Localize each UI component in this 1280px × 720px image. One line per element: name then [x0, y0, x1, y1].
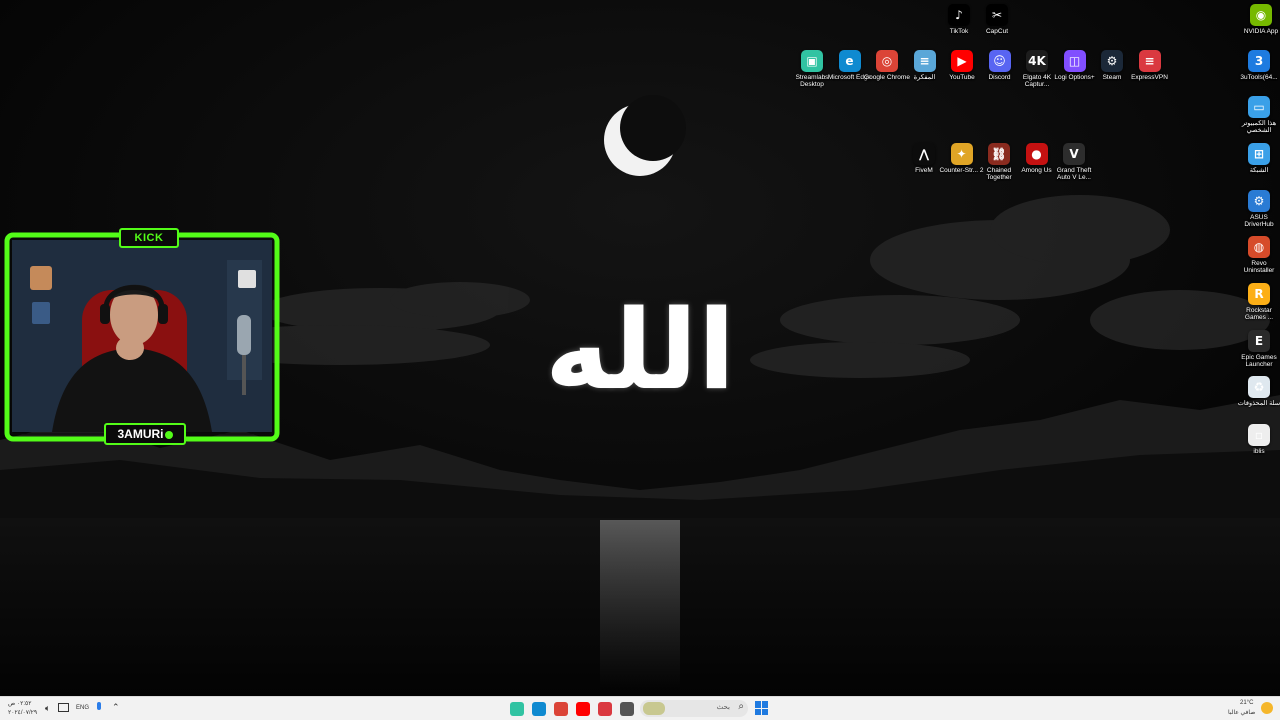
streamlabs-icon: ▣: [801, 50, 823, 72]
wallpaper-calligraphy: الله: [544, 286, 736, 414]
taskbar-app-youtube[interactable]: [576, 702, 590, 716]
search-icon: ⌕: [738, 701, 744, 712]
desktop-shortcut-label: Epic Games Launcher: [1241, 354, 1277, 368]
weather-temp[interactable]: 21°C: [1240, 700, 1253, 706]
logi-icon: ◫: [1063, 50, 1086, 72]
chrome-icon: ◎: [876, 50, 898, 72]
youtube-icon: ▶: [951, 50, 973, 72]
chevron-up-icon[interactable]: ⌃: [112, 702, 120, 713]
rockstar-icon: R: [1248, 283, 1270, 305]
desktop-shortcut[interactable]: E Epic Games Launcher: [1238, 330, 1280, 368]
asus-driverhub-icon: ⚙: [1248, 190, 1270, 212]
desktop-shortcut[interactable]: ▫ iblis: [1238, 424, 1280, 455]
edge-icon: e: [838, 50, 861, 72]
microphone-icon[interactable]: [97, 702, 101, 710]
desktop-shortcut-label: ExpressVPN: [1131, 74, 1168, 81]
desktop-shortcut-label: Revo Uninstaller: [1243, 260, 1275, 274]
desktop-shortcut[interactable]: ♻ سلة المحذوفات: [1238, 376, 1280, 407]
desktop-shortcut[interactable]: ⊞ الشبكة: [1238, 143, 1280, 174]
search-banner-icon: [643, 702, 665, 715]
taskbar-search[interactable]: بحث ⌕: [640, 700, 748, 717]
desktop-shortcut[interactable]: ◍ Revo Uninstaller: [1238, 236, 1280, 274]
weather-icon[interactable]: [1261, 702, 1273, 714]
desktop-shortcut-label: سلة المحذوفات: [1237, 400, 1280, 407]
desktop-shortcut-label: Grand Theft Auto V Le...: [1056, 167, 1092, 181]
search-placeholder: بحث: [716, 704, 730, 711]
taskbar: ٠٢:٥٢ ص ٢٠٢٤/٠٧/٢٩ 🔈︎ ENG ⌃ بحث ⌕ 21°C ص…: [0, 696, 1280, 720]
notepad-icon: ≡: [913, 50, 936, 72]
desktop-shortcut-label: CapCut: [985, 28, 1009, 35]
taskbar-clock-time[interactable]: ٠٢:٥٢ ص: [8, 700, 31, 707]
network-status-icon[interactable]: [58, 703, 69, 712]
desktop-shortcut[interactable]: ✂ CapCut: [976, 4, 1018, 35]
desktop-shortcut[interactable]: 4K Elgato 4K Captur...: [1016, 50, 1058, 88]
webcam-overlay: KICK 3AMURi: [4, 228, 280, 445]
desktop-shortcut-label: هذا الكمبيوتر الشخصي: [1241, 120, 1277, 134]
language-indicator[interactable]: ENG: [76, 705, 89, 711]
elgato-icon: 4K: [1026, 50, 1048, 72]
desktop-shortcut[interactable]: ⛓ Chained Together: [978, 143, 1020, 181]
epic-games-icon: E: [1248, 330, 1270, 352]
streamer-name-badge: 3AMURi: [104, 423, 186, 445]
streamer-figure: [12, 240, 272, 432]
fivem-icon: ⋀: [913, 143, 935, 165]
streamer-name: 3AMURi: [117, 427, 164, 441]
start-button[interactable]: [755, 701, 769, 715]
revo-icon: ◍: [1248, 236, 1270, 258]
recycle-bin-icon: ♻: [1248, 376, 1270, 398]
desktop-shortcut-label: iblis: [1253, 448, 1265, 455]
weather-desc[interactable]: صافي عالبا: [1228, 709, 1255, 716]
taskbar-app-expressvpn[interactable]: [598, 702, 612, 716]
desktop-shortcut[interactable]: ⚙ ASUS DriverHub: [1238, 190, 1280, 228]
taskbar-app-streamlabs[interactable]: [510, 702, 524, 716]
desktop-shortcut-label: 3uTools(64...: [1240, 74, 1278, 81]
taskbar-app-explorer[interactable]: [620, 702, 634, 716]
tiktok-icon: ♪: [948, 4, 970, 26]
cs2-icon: ✦: [950, 143, 973, 165]
desktop-shortcut[interactable]: ◉ NVIDIA App: [1240, 4, 1280, 35]
taskbar-clock-date[interactable]: ٢٠٢٤/٠٧/٢٩: [8, 709, 37, 716]
chained-together-icon: ⛓: [988, 143, 1010, 165]
taskbar-app-chrome[interactable]: [554, 702, 568, 716]
desktop-shortcut-label: ASUS DriverHub: [1244, 214, 1274, 228]
desktop-shortcut[interactable]: R Rockstar Games ...: [1238, 283, 1280, 321]
this-pc-icon: ▭: [1248, 96, 1270, 118]
nvidia-icon: ◉: [1250, 4, 1272, 26]
kick-badge: KICK: [119, 228, 179, 248]
verified-icon: [164, 430, 173, 439]
among-us-icon: ●: [1025, 143, 1048, 165]
desktop-shortcut[interactable]: ≡ ExpressVPN: [1129, 50, 1171, 81]
desktop-shortcut[interactable]: ▣ Streamlabs Desktop: [791, 50, 833, 88]
volume-icon[interactable]: 🔈︎: [45, 703, 50, 714]
network-icon: ⊞: [1248, 143, 1270, 165]
file-icon: ▫: [1248, 424, 1270, 446]
webcam-video: [12, 240, 272, 432]
desktop-shortcut[interactable]: ▭ هذا الكمبيوتر الشخصي: [1238, 96, 1280, 134]
desktop-shortcut[interactable]: 3 3uTools(64...: [1238, 50, 1280, 81]
desktop-shortcut-label: Rockstar Games ...: [1244, 307, 1274, 321]
desktop-shortcut-label: NVIDIA App: [1243, 28, 1279, 35]
capcut-icon: ✂: [986, 4, 1008, 26]
discord-icon: ☺: [988, 50, 1011, 72]
expressvpn-icon: ≡: [1138, 50, 1161, 72]
3utools-icon: 3: [1248, 50, 1270, 72]
gta-icon: V: [1063, 143, 1085, 165]
desktop-shortcut[interactable]: V Grand Theft Auto V Le...: [1053, 143, 1095, 181]
steam-icon: ⚙: [1101, 50, 1123, 72]
taskbar-app-edge[interactable]: [532, 702, 546, 716]
desktop-shortcut-label: الشبكة: [1249, 167, 1269, 174]
